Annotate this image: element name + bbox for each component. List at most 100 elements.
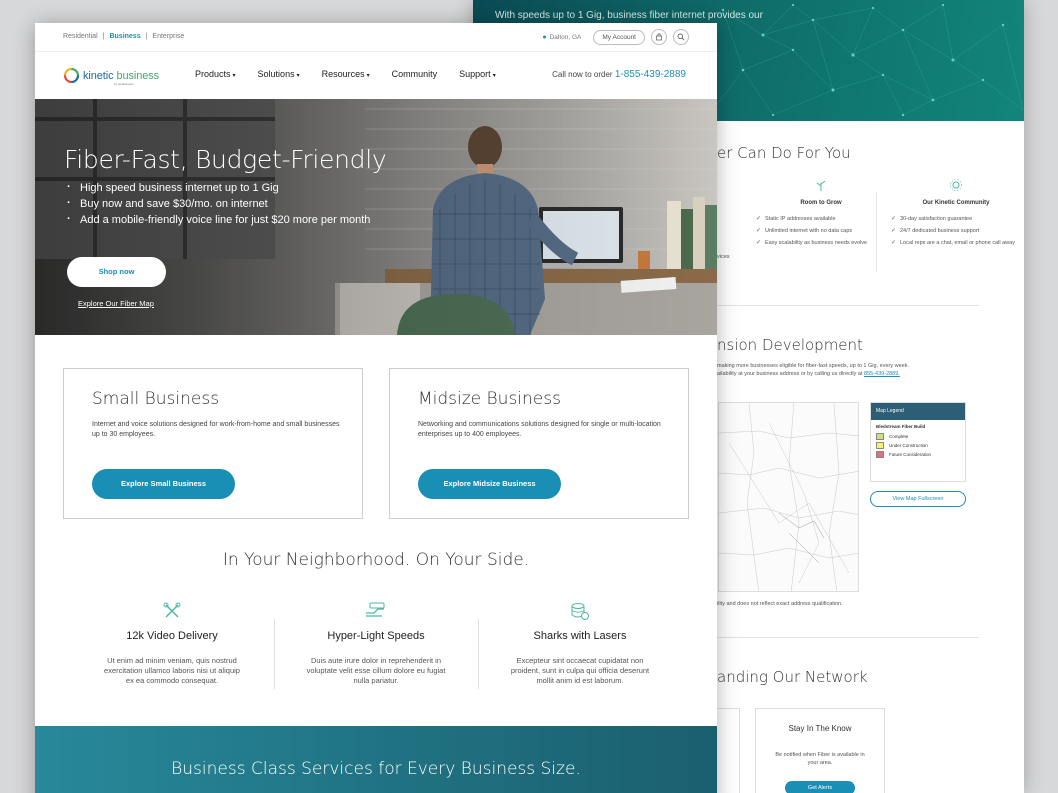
legend-label: Future Consideration: [889, 452, 932, 457]
feature-title: 12k Video Delivery: [126, 630, 218, 642]
map-caption: ility and does not reflect exact address…: [717, 601, 843, 607]
phone-link[interactable]: 855-439-2889.: [864, 371, 900, 377]
back-column-title: Room to Grow: [800, 200, 842, 206]
divider: [717, 305, 979, 306]
legend-title: Map Legend: [871, 403, 965, 420]
separator: |: [102, 33, 105, 40]
location-label: Dalton, GA: [549, 33, 582, 41]
legend-subtitle: Bledstream Fiber Build: [876, 424, 926, 429]
location-selector[interactable]: ● Dalton, GA: [542, 34, 581, 41]
view-map-button[interactable]: View Map Fullscreen: [870, 491, 966, 507]
caret-down-icon: ▾: [366, 73, 370, 79]
hero-title: Fiber-Fast, Budget-Friendly: [64, 145, 387, 174]
legend-swatch: [876, 451, 884, 458]
plant-icon: [814, 178, 828, 192]
nav-item-solutions[interactable]: Solutions ▾: [258, 69, 300, 79]
back-section-title: nsion Development: [717, 336, 863, 354]
feature-text: Duis aute irure dolor in reprehenderit i…: [306, 656, 446, 685]
feature-text: Ut enim ad minim veniam, quis nostrud ex…: [104, 656, 240, 685]
legend-item: Complete: [871, 432, 965, 441]
main-page: Residential | Business | Enterprise ● Da…: [35, 23, 717, 793]
legend-item: Future Consideration: [871, 450, 965, 459]
nav-item-resources[interactable]: Resources ▾: [322, 69, 370, 79]
logo-word-business: business: [116, 69, 160, 82]
call-to-order: Call now to order 1-855-439-2889: [552, 69, 686, 80]
map-legend: Map Legend Bledstream Fiber Build Comple…: [870, 402, 966, 482]
legend-swatch: [876, 433, 884, 440]
segment-enterprise[interactable]: Enterprise: [152, 33, 184, 40]
hero-content: Fiber-Fast, Budget-Friendly High speed b…: [64, 145, 387, 230]
logo-text: kinetic business: [83, 70, 159, 82]
hero-bullet: Buy now and save $30/mo. on internet: [64, 197, 386, 210]
caret-down-icon: ▾: [492, 73, 496, 79]
caret-down-icon: ▾: [296, 73, 300, 79]
logo-subtitle: by windstream: [114, 82, 134, 86]
map-pin-icon: ●: [542, 33, 547, 41]
legend-label: Under Construction: [889, 443, 928, 448]
search-icon[interactable]: [673, 29, 689, 45]
separator: |: [145, 33, 148, 40]
legend-label: Complete: [889, 434, 909, 439]
utility-actions: ● Dalton, GA My Account: [542, 29, 689, 45]
nav-label: Products: [195, 69, 231, 79]
feature-video-delivery: 12k Video Delivery Ut enim ad minim veni…: [70, 601, 274, 686]
phone-link[interactable]: 1-855-439-2889: [615, 69, 686, 80]
back-column-room-to-grow: Room to Grow Static IP addresses availab…: [756, 178, 886, 252]
tools-icon: [70, 601, 274, 623]
caret-down-icon: ▾: [232, 73, 236, 79]
explore-small-business-button[interactable]: Explore Small Business: [92, 469, 235, 499]
small-business-card: Small Business Internet and voice soluti…: [63, 368, 363, 519]
back-section-text: making more businesses eligible for fibe…: [717, 363, 909, 369]
neighborhood-title: In Your Neighborhood. On Your Side.: [222, 550, 530, 570]
utility-bar: Residential | Business | Enterprise ● Da…: [35, 23, 717, 52]
feature-text: Excepteur sint occaecat cupidatat non pr…: [510, 656, 650, 685]
nav-label: Support: [459, 69, 491, 79]
main-nav: kinetic business by windstream Products ▾…: [35, 52, 717, 99]
stay-text: Be notified when Fiber is available in y…: [775, 752, 865, 766]
kinetic-business-logo[interactable]: kinetic business by windstream: [63, 67, 159, 86]
card-text: Networking and communications solutions …: [418, 421, 661, 438]
card-edge: [718, 708, 740, 793]
hero-bullet: High speed business internet up to 1 Gig: [64, 181, 386, 194]
explore-fiber-map-link[interactable]: Explore Our Fiber Map: [78, 299, 154, 308]
nav-item-products[interactable]: Products ▾: [195, 69, 236, 79]
nav-menu: Products ▾ Solutions ▾ Resources ▾ Communit…: [195, 69, 518, 79]
call-label: Call now to order: [552, 70, 613, 79]
back-column-community: Our Kinetic Community 30-day satisfactio…: [891, 178, 1021, 252]
nav-item-community[interactable]: Community: [392, 69, 438, 79]
nav-label: Resources: [321, 69, 365, 79]
business-class-banner: Business Class Services for Every Busine…: [35, 726, 717, 793]
card-text: Internet and voice solutions designed fo…: [92, 421, 340, 438]
my-account-button[interactable]: My Account: [593, 29, 645, 45]
cart-icon[interactable]: [651, 29, 667, 45]
legend-item: Under Construction: [871, 441, 965, 450]
feature-title: Sharks with Lasers: [533, 630, 627, 642]
speed-hand-icon: [274, 601, 478, 623]
card-title: Small Business: [92, 389, 220, 409]
back-section-title: anding Our Network: [717, 668, 868, 686]
card-title: Midsize Business: [418, 389, 561, 409]
explore-midsize-business-button[interactable]: Explore Midsize Business: [418, 469, 561, 499]
list-item: 30-day satisfaction guarantee: [891, 216, 1021, 223]
back-section-text-line: ailability at your business address or b…: [717, 371, 863, 377]
get-alerts-button[interactable]: Get Alerts: [785, 781, 855, 793]
stay-title: Stay In The Know: [788, 724, 852, 733]
nav-label: Community: [391, 69, 438, 79]
hero-bullet: Add a mobile-friendly voice line for jus…: [64, 213, 386, 226]
shop-now-button[interactable]: Shop now: [67, 257, 166, 287]
nav-item-support[interactable]: Support ▾: [459, 69, 496, 79]
segment-switcher: Residential | Business | Enterprise: [63, 33, 184, 40]
community-icon: [949, 178, 963, 192]
coins-shield-icon: [478, 601, 682, 623]
legend-swatch: [876, 442, 884, 449]
feature-sharks-with-lasers: Sharks with Lasers Excepteur sint occaec…: [478, 601, 682, 686]
segment-residential[interactable]: Residential: [63, 33, 98, 40]
hero-banner: Fiber-Fast, Budget-Friendly High speed b…: [35, 99, 717, 335]
back-section-text: ailability at your business address or b…: [717, 370, 900, 378]
segment-business[interactable]: Business: [109, 33, 140, 40]
fiber-map[interactable]: [718, 402, 859, 592]
midsize-business-card: Midsize Business Networking and communic…: [389, 368, 689, 519]
nav-label: Solutions: [257, 69, 295, 79]
feature-title: Hyper-Light Speeds: [327, 630, 425, 642]
logo-icon: [63, 67, 80, 84]
